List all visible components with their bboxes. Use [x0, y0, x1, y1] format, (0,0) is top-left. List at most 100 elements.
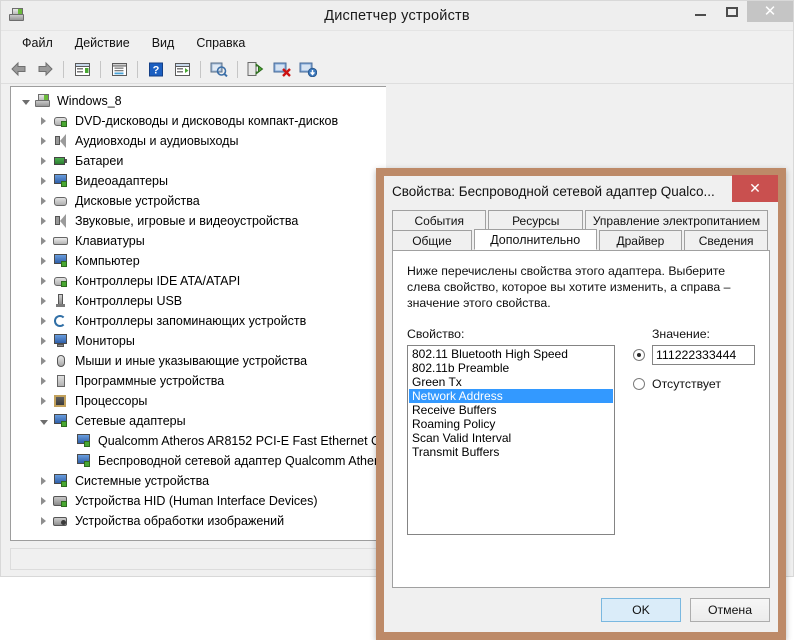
- minimize-button[interactable]: [685, 1, 716, 22]
- scan-list-icon[interactable]: [170, 58, 194, 80]
- tree-root-row[interactable]: Windows_8: [11, 91, 386, 111]
- expander-closed-icon[interactable]: [35, 237, 52, 245]
- tree-item-ide-controllers[interactable]: Контроллеры IDE ATA/ATAPI: [11, 271, 386, 291]
- tree-item-monitors[interactable]: Мониторы: [11, 331, 386, 351]
- dvd-drive-icon: [52, 113, 70, 129]
- tab-details[interactable]: Сведения: [684, 230, 768, 250]
- forward-icon[interactable]: [33, 58, 57, 80]
- expander-open-icon[interactable]: [35, 418, 52, 425]
- tree-item-display-adapters[interactable]: Видеоадаптеры: [11, 171, 386, 191]
- disable-device-icon[interactable]: [270, 58, 294, 80]
- ok-button[interactable]: OK: [601, 598, 681, 622]
- device-tree[interactable]: Windows_8 DVD-дисководы и дисководы комп…: [10, 86, 386, 541]
- back-icon[interactable]: [7, 58, 31, 80]
- dialog-close-button[interactable]: ✕: [732, 175, 778, 202]
- disk-drive-icon: [52, 193, 70, 209]
- tree-item-label: Мониторы: [75, 334, 135, 348]
- cancel-button[interactable]: Отмена: [690, 598, 770, 622]
- tree-item-batteries[interactable]: Батареи: [11, 151, 386, 171]
- menu-item-view[interactable]: Вид: [141, 33, 186, 53]
- maximize-button[interactable]: [716, 1, 747, 22]
- tree-item-keyboards[interactable]: Клавиатуры: [11, 231, 386, 251]
- expander-closed-icon[interactable]: [35, 277, 52, 285]
- list-item[interactable]: Green Tx: [409, 375, 613, 389]
- tree-item-system-devices[interactable]: Системные устройства: [11, 471, 386, 491]
- tab-resources[interactable]: Ресурсы: [488, 210, 583, 230]
- list-item-selected[interactable]: Network Address: [409, 389, 613, 403]
- help-icon[interactable]: ?: [144, 58, 168, 80]
- tree-item-label: Устройства HID (Human Interface Devices): [75, 494, 318, 508]
- tree-item-mice[interactable]: Мыши и иные указывающие устройства: [11, 351, 386, 371]
- tree-item-label: Процессоры: [75, 394, 148, 408]
- tree-item-network-adapters[interactable]: Сетевые адаптеры: [11, 411, 386, 431]
- audio-io-icon: [52, 133, 70, 149]
- uninstall-device-icon[interactable]: [296, 58, 320, 80]
- expander-closed-icon[interactable]: [35, 297, 52, 305]
- ide-controller-icon: [52, 273, 70, 289]
- expander-closed-icon[interactable]: [35, 517, 52, 525]
- tab-advanced[interactable]: Дополнительно: [473, 229, 597, 250]
- not-present-radio[interactable]: [633, 378, 645, 390]
- tree-item-disk-drives[interactable]: Дисковые устройства: [11, 191, 386, 211]
- expander-closed-icon[interactable]: [35, 497, 52, 505]
- list-item[interactable]: Receive Buffers: [409, 403, 613, 417]
- list-item[interactable]: Transmit Buffers: [409, 445, 613, 459]
- tree-item-processors[interactable]: Процессоры: [11, 391, 386, 411]
- tab-events[interactable]: События: [392, 210, 487, 230]
- expander-closed-icon[interactable]: [35, 477, 52, 485]
- list-item[interactable]: 802.11 Bluetooth High Speed: [409, 347, 613, 361]
- monitor-icon: [52, 333, 70, 349]
- tree-item-imaging-devices[interactable]: Устройства обработки изображений: [11, 511, 386, 531]
- menu-item-help[interactable]: Справка: [185, 33, 256, 53]
- property-column: Свойство: 802.11 Bluetooth High Speed 80…: [407, 327, 615, 535]
- show-hidden-devices-icon[interactable]: [70, 58, 94, 80]
- expander-closed-icon[interactable]: [35, 217, 52, 225]
- expander-closed-icon[interactable]: [35, 377, 52, 385]
- tree-item-usb-controllers[interactable]: Контроллеры USB: [11, 291, 386, 311]
- menu-item-action[interactable]: Действие: [64, 33, 141, 53]
- expander-closed-icon[interactable]: [35, 257, 52, 265]
- value-input[interactable]: 111222333444: [652, 345, 755, 365]
- expander-closed-icon[interactable]: [35, 317, 52, 325]
- tree-item-sound-video-game[interactable]: Звуковые, игровые и видеоустройства: [11, 211, 386, 231]
- tree-item-label: Системные устройства: [75, 474, 210, 488]
- tree-item-hid-devices[interactable]: Устройства HID (Human Interface Devices): [11, 491, 386, 511]
- tree-item-software-devices[interactable]: Программные устройства: [11, 371, 386, 391]
- tree-item-audio-io[interactable]: Аудиовходы и аудиовыходы: [11, 131, 386, 151]
- property-listbox[interactable]: 802.11 Bluetooth High Speed 802.11b Prea…: [407, 345, 615, 535]
- expander-closed-icon[interactable]: [35, 157, 52, 165]
- tree-item-label: DVD-дисководы и дисководы компакт-дисков: [75, 114, 339, 128]
- list-item[interactable]: Roaming Policy: [409, 417, 613, 431]
- menu-item-file[interactable]: Файл: [11, 33, 64, 53]
- expander-closed-icon[interactable]: [35, 397, 52, 405]
- property-list-label: Свойство:: [407, 327, 465, 341]
- dialog-titlebar: Свойства: Беспроводной сетевой адаптер Q…: [384, 175, 778, 206]
- scan-hardware-changes-icon[interactable]: [207, 58, 231, 80]
- tree-item-ethernet-adapter[interactable]: Qualcomm Atheros AR8152 PCI-E Fast Ether…: [11, 431, 386, 451]
- expander-closed-icon[interactable]: [35, 197, 52, 205]
- update-driver-icon[interactable]: [244, 58, 268, 80]
- window-controls: ✕: [685, 1, 793, 30]
- tree-item-wireless-adapter[interactable]: Беспроводной сетевой адаптер Qualcomm At…: [11, 451, 386, 471]
- properties-icon[interactable]: [107, 58, 131, 80]
- expander-open-icon[interactable]: [17, 98, 34, 105]
- toolbar: ?: [1, 55, 793, 84]
- expander-closed-icon[interactable]: [35, 177, 52, 185]
- expander-closed-icon[interactable]: [35, 337, 52, 345]
- value-radio[interactable]: [633, 349, 645, 361]
- tree-item-storage-controllers[interactable]: Контроллеры запоминающих устройств: [11, 311, 386, 331]
- tab-power-management[interactable]: Управление электропитанием: [584, 210, 768, 230]
- list-item[interactable]: Scan Valid Interval: [409, 431, 613, 445]
- network-adapter-icon: [75, 453, 93, 469]
- toolbar-separator: [200, 60, 201, 78]
- tab-driver[interactable]: Драйвер: [598, 230, 683, 250]
- expander-closed-icon[interactable]: [35, 117, 52, 125]
- expander-closed-icon[interactable]: [35, 137, 52, 145]
- storage-controller-icon: [52, 313, 70, 329]
- tree-item-computer[interactable]: Компьютер: [11, 251, 386, 271]
- tree-item-dvd-drives[interactable]: DVD-дисководы и дисководы компакт-дисков: [11, 111, 386, 131]
- close-button[interactable]: ✕: [747, 1, 793, 22]
- list-item[interactable]: 802.11b Preamble: [409, 361, 613, 375]
- expander-closed-icon[interactable]: [35, 357, 52, 365]
- tab-general[interactable]: Общие: [392, 230, 472, 250]
